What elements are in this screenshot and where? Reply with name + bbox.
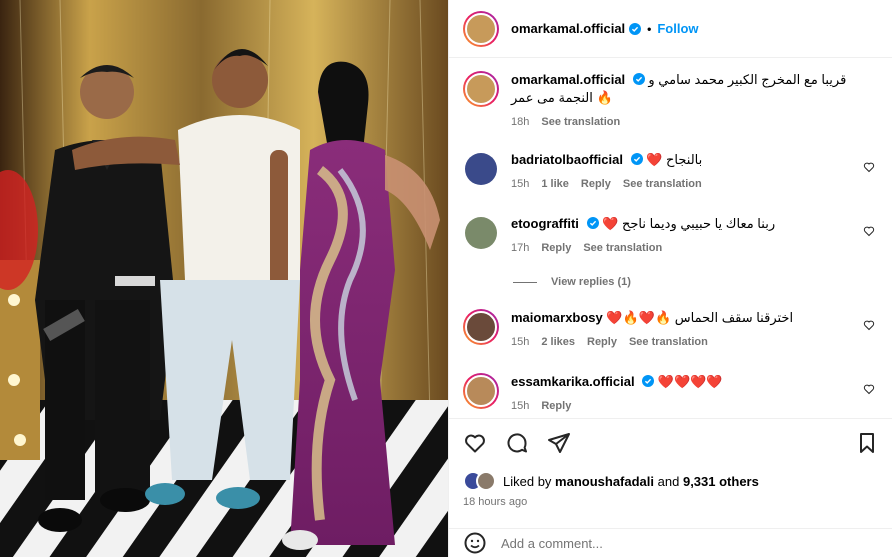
- view-replies-label: View replies (1): [551, 276, 631, 288]
- comment-body: maiomarxbosy ❤️🔥❤️🔥 اخترقنا سقف الحماس 1…: [511, 309, 793, 351]
- comment-like-heart-icon[interactable]: [863, 225, 875, 237]
- liked-by-summary: Liked by manoushafadali and 9,331 others: [463, 471, 759, 491]
- bookmark-icon[interactable]: [855, 431, 879, 455]
- comment-emoji: ❤️: [646, 152, 663, 167]
- verified-icon: [642, 375, 655, 387]
- view-replies-button[interactable]: View replies (1): [513, 276, 631, 288]
- comment-username[interactable]: maiomarxbosy: [511, 310, 603, 325]
- verified-icon: [632, 73, 645, 85]
- verified-icon: [586, 217, 599, 229]
- comment-username[interactable]: essamkarika.official: [511, 374, 635, 389]
- see-translation-link[interactable]: See translation: [583, 239, 662, 257]
- caption-body: omarkamal.official قريبا مع المخرج الكبي…: [511, 71, 883, 131]
- comments-list: omarkamal.official قريبا مع المخرج الكبي…: [449, 59, 892, 419]
- commenter-avatar: [465, 311, 497, 343]
- comment-likes-count[interactable]: 1 like: [541, 175, 569, 193]
- commenter-avatar: [465, 375, 497, 407]
- add-comment-bar: [449, 528, 892, 557]
- post-actions: Liked by manoushafadali and 9,331 others…: [449, 418, 892, 508]
- commenter-avatar-ring[interactable]: [463, 373, 499, 409]
- comment-time: 17h: [511, 242, 530, 254]
- action-icons-row: [449, 419, 892, 467]
- comment-emoji: ❤️: [602, 216, 619, 231]
- share-icon[interactable]: [547, 431, 571, 455]
- comment-like-heart-icon[interactable]: [863, 319, 875, 331]
- view-replies-line: [513, 281, 537, 283]
- follow-button[interactable]: Follow: [657, 21, 698, 36]
- comment-body: essamkarika.official ❤️❤️❤️❤️ 15h Reply: [511, 373, 723, 415]
- liked-by-and: and: [657, 473, 680, 489]
- comment-like-heart-icon[interactable]: [863, 161, 875, 173]
- reply-button[interactable]: Reply: [541, 397, 571, 415]
- comment-meta: 15h 1 like Reply See translation: [511, 175, 702, 193]
- author-username[interactable]: omarkamal.official: [511, 21, 625, 36]
- comment-time: 15h: [511, 400, 530, 412]
- comment-icon[interactable]: [505, 431, 529, 455]
- comment-username[interactable]: etoograffiti: [511, 216, 579, 231]
- see-translation-link[interactable]: See translation: [541, 113, 620, 131]
- commenter-avatar-ring[interactable]: [463, 309, 499, 345]
- post-side-panel: omarkamal.official • Follow omarkamal.of…: [448, 0, 892, 557]
- comment-text: بالنجاح: [666, 152, 703, 167]
- post-timestamp[interactable]: 18 hours ago: [463, 496, 527, 508]
- verified-icon: [629, 22, 642, 35]
- caption-avatar-ring[interactable]: [463, 71, 499, 107]
- post-photo: [0, 0, 448, 557]
- comment-emoji: ❤️🔥❤️🔥: [606, 310, 672, 325]
- comment-item: maiomarxbosy ❤️🔥❤️🔥 اخترقنا سقف الحماس 1…: [463, 309, 883, 351]
- fire-emoji: 🔥: [596, 90, 613, 105]
- comment-item: essamkarika.official ❤️❤️❤️❤️ 15h Reply: [463, 373, 883, 415]
- liked-by-user[interactable]: manoushafadali: [555, 474, 654, 489]
- caption-avatar: [465, 73, 497, 105]
- reply-button[interactable]: Reply: [587, 333, 617, 351]
- add-comment-input[interactable]: [501, 535, 801, 551]
- author-avatar-ring[interactable]: [463, 10, 499, 47]
- liked-by-avatars[interactable]: [463, 471, 499, 491]
- post-header: omarkamal.official • Follow: [449, 0, 892, 58]
- separator-dot: •: [647, 21, 652, 36]
- comment-item: badriatolbaofficial ❤️ بالنجاح 15h 1 lik…: [463, 151, 883, 193]
- comment-emoji: ❤️❤️❤️❤️: [657, 374, 723, 389]
- caption-time: 18h: [511, 116, 530, 128]
- reply-button[interactable]: Reply: [541, 239, 571, 257]
- instagram-post-modal: omarkamal.official • Follow omarkamal.of…: [0, 0, 892, 557]
- comment-body: badriatolbaofficial ❤️ بالنجاح 15h 1 lik…: [511, 151, 702, 193]
- comment-likes-count[interactable]: 2 likes: [541, 333, 575, 351]
- commenter-avatar[interactable]: [465, 153, 497, 185]
- post-image-illustration: [0, 0, 448, 557]
- comment-text: اخترقنا سقف الحماس: [674, 310, 794, 325]
- verified-icon: [630, 153, 643, 165]
- caption-username[interactable]: omarkamal.official: [511, 72, 625, 87]
- caption-meta: 18h See translation: [511, 113, 883, 131]
- liked-avatar: [476, 471, 496, 491]
- comment-text: ربنا معاك يا حبيبي وديما ناجح: [621, 216, 776, 231]
- comment-meta: 15h 2 likes Reply See translation: [511, 333, 793, 351]
- emoji-icon[interactable]: [463, 531, 487, 555]
- likes-count[interactable]: 9,331 others: [683, 474, 759, 489]
- heart-icon[interactable]: [463, 431, 487, 455]
- liked-by-prefix: Liked by: [503, 473, 552, 489]
- reply-button[interactable]: Reply: [581, 175, 611, 193]
- see-translation-link[interactable]: See translation: [623, 175, 702, 193]
- comment-time: 15h: [511, 336, 530, 348]
- author-avatar: [465, 12, 497, 45]
- comment-time: 15h: [511, 178, 530, 190]
- comment-body: etoograffiti ❤️ ربنا معاك يا حبيبي وديما…: [511, 215, 775, 257]
- comment-username[interactable]: badriatolbaofficial: [511, 152, 623, 167]
- comment-meta: 17h Reply See translation: [511, 239, 775, 257]
- comment-meta: 15h Reply: [511, 397, 723, 415]
- see-translation-link[interactable]: See translation: [629, 333, 708, 351]
- comment-item: etoograffiti ❤️ ربنا معاك يا حبيبي وديما…: [463, 215, 883, 257]
- comment-like-heart-icon[interactable]: [863, 383, 875, 395]
- caption: omarkamal.official قريبا مع المخرج الكبي…: [463, 71, 883, 131]
- commenter-avatar[interactable]: [465, 217, 497, 249]
